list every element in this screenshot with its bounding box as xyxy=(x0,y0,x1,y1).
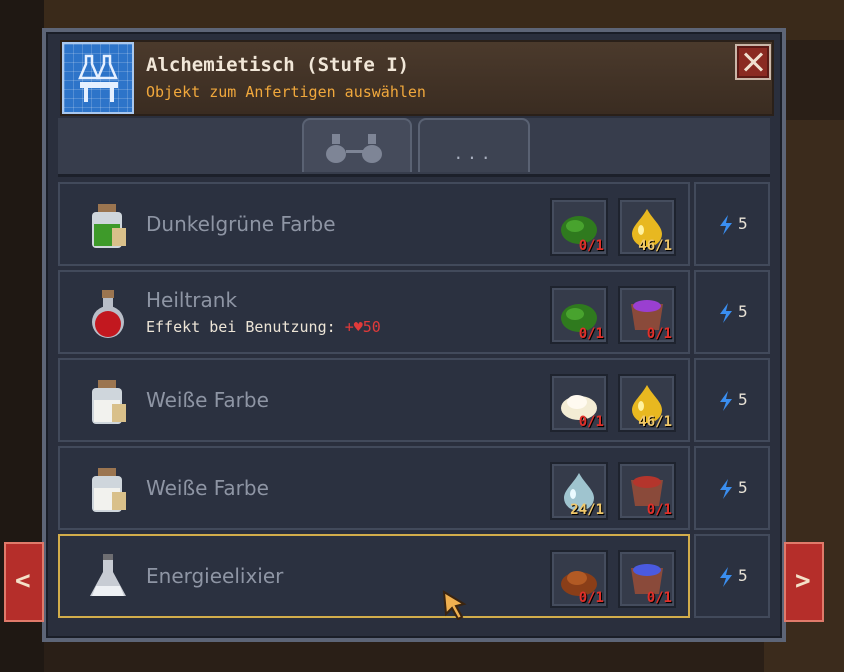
page-subtitle: Objekt zum Anfertigen auswählen xyxy=(146,83,426,101)
tab-more-label: ... xyxy=(453,144,495,163)
white-dye-bottle-icon xyxy=(92,468,126,512)
recipe-name: Heiltrank xyxy=(146,288,238,312)
tab-alchemy[interactable] xyxy=(302,118,412,172)
clear-flask-icon xyxy=(90,554,126,596)
ingredient-count: 24/1 xyxy=(570,502,604,518)
recipe-effect: Effekt bei Benutzung: +♥50 xyxy=(146,318,381,336)
recipe-name: Weiße Farbe xyxy=(146,476,269,500)
ingredient-slot[interactable]: 46/1 xyxy=(618,198,676,256)
ingredient-slot[interactable]: 0/1 xyxy=(550,286,608,344)
chevron-left-icon: < xyxy=(15,566,31,596)
recipe-row[interactable]: Heiltrank Effekt bei Benutzung: +♥50 0/1… xyxy=(58,270,690,354)
effect-value: +♥50 xyxy=(344,318,381,336)
energy-bolt-icon xyxy=(720,303,732,323)
recipe-row[interactable]: Dunkelgrüne Farbe 0/1 46/1 xyxy=(58,182,690,266)
energy-cost: 5 xyxy=(694,358,770,442)
cursor-icon xyxy=(442,590,467,620)
energy-bolt-icon xyxy=(720,391,732,411)
recipe-row[interactable]: Weiße Farbe 0/1 46/1 xyxy=(58,358,690,442)
ingredient-count: 0/1 xyxy=(646,502,672,518)
close-button[interactable] xyxy=(735,44,771,80)
next-page-button[interactable]: > xyxy=(784,542,824,622)
ingredient-count: 0/1 xyxy=(578,238,604,254)
effect-label: Effekt bei Benutzung: xyxy=(146,318,336,336)
ingredient-slot[interactable]: 0/1 xyxy=(618,462,676,520)
energy-bolt-icon xyxy=(720,567,732,587)
recipe-row[interactable]: Weiße Farbe 24/1 0/1 xyxy=(58,446,690,530)
energy-value: 5 xyxy=(738,566,748,585)
red-potion-icon xyxy=(92,290,124,338)
energy-value: 5 xyxy=(738,214,748,233)
ingredient-count: 0/1 xyxy=(578,326,604,342)
ingredient-slot[interactable]: 0/1 xyxy=(550,198,608,256)
page-title: Alchemietisch (Stufe I) xyxy=(146,54,410,76)
recipe-row-selected[interactable]: Energieelixier 0/1 0/1 xyxy=(58,534,690,618)
green-dye-bottle-icon xyxy=(92,204,126,248)
alchemy-flasks-icon xyxy=(326,134,382,163)
prev-page-button[interactable]: < xyxy=(4,542,44,622)
ingredient-count: 46/1 xyxy=(638,414,672,430)
ingredient-slot[interactable]: 0/1 xyxy=(550,550,608,608)
recipe-name: Dunkelgrüne Farbe xyxy=(146,212,336,236)
ingredient-count: 0/1 xyxy=(578,590,604,606)
energy-value: 5 xyxy=(738,478,748,497)
ingredient-slot[interactable]: 46/1 xyxy=(618,374,676,432)
ingredient-slot[interactable]: 0/1 xyxy=(618,550,676,608)
energy-cost: 5 xyxy=(694,446,770,530)
energy-cost: 5 xyxy=(694,182,770,266)
energy-value: 5 xyxy=(738,390,748,409)
recipe-list: Dunkelgrüne Farbe 0/1 46/1 5 Heiltrank E… xyxy=(58,182,770,630)
energy-cost: 5 xyxy=(694,534,770,618)
white-dye-bottle-icon xyxy=(92,380,126,424)
energy-cost: 5 xyxy=(694,270,770,354)
recipe-name: Weiße Farbe xyxy=(146,388,269,412)
chevron-right-icon: > xyxy=(795,566,811,596)
ingredient-count: 46/1 xyxy=(638,238,672,254)
tab-more[interactable]: ... xyxy=(418,118,530,172)
ingredient-slot[interactable]: 24/1 xyxy=(550,462,608,520)
tab-bar xyxy=(58,118,770,177)
energy-bolt-icon xyxy=(720,479,732,499)
panel-header xyxy=(60,40,774,116)
ingredient-slot[interactable]: 0/1 xyxy=(618,286,676,344)
ingredient-count: 0/1 xyxy=(646,590,672,606)
energy-value: 5 xyxy=(738,302,748,321)
ingredient-slot[interactable]: 0/1 xyxy=(550,374,608,432)
ingredient-count: 0/1 xyxy=(646,326,672,342)
ingredient-count: 0/1 xyxy=(578,414,604,430)
energy-bolt-icon xyxy=(720,215,732,235)
alchemy-table-icon xyxy=(62,42,134,114)
recipe-name: Energieelixier xyxy=(146,564,284,588)
